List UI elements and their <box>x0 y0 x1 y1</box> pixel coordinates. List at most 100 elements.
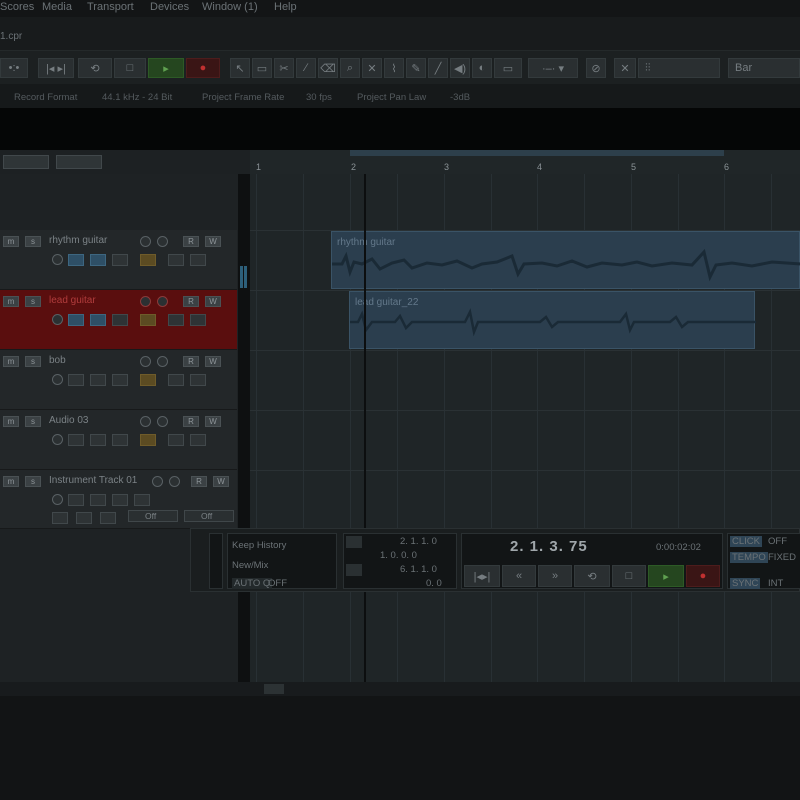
track-name[interactable]: lead guitar <box>49 295 96 306</box>
monitor-icon[interactable] <box>157 236 168 247</box>
write-button[interactable]: W <box>213 476 229 487</box>
write-button[interactable]: W <box>205 356 221 367</box>
record-enable-icon[interactable] <box>140 416 151 427</box>
sends-icon[interactable] <box>112 314 128 326</box>
solo-button[interactable]: s <box>25 296 41 307</box>
audio-event-rhythm-guitar[interactable]: rhythm guitar <box>331 231 800 289</box>
sync-label[interactable]: SYNC <box>730 578 761 589</box>
mute-button[interactable]: m <box>3 476 19 487</box>
left-locator-icon[interactable] <box>346 536 362 548</box>
monitor-icon[interactable] <box>157 356 168 367</box>
record-enable-icon[interactable] <box>140 356 151 367</box>
midi-input-select[interactable]: Off <box>128 510 178 522</box>
project-event-display[interactable]: rhythm guitar lead guitar_22 <box>250 174 800 682</box>
pointer-tool-icon[interactable]: ↖ <box>230 58 250 78</box>
pan-law-value[interactable]: -3dB <box>450 92 470 103</box>
new-mix-mode[interactable]: New/Mix <box>232 560 268 571</box>
line-tool-icon[interactable]: ╱ <box>428 58 448 78</box>
write-button[interactable]: W <box>205 296 221 307</box>
record-button[interactable]: ● <box>186 58 220 78</box>
position-display[interactable]: 2. 1. 3. 75 <box>510 538 588 555</box>
auto-quantize-value[interactable]: OFF <box>268 578 287 589</box>
insert-icon[interactable] <box>68 374 84 386</box>
arrange-icon[interactable]: •:• <box>0 58 28 78</box>
mute-button[interactable]: m <box>3 236 19 247</box>
solo-button[interactable]: s <box>25 356 41 367</box>
edit-channel-icon[interactable] <box>52 314 63 325</box>
solo-button[interactable]: s <box>25 476 41 487</box>
edit-channel-icon[interactable] <box>52 374 63 385</box>
tempo-value[interactable]: FIXED <box>768 552 796 563</box>
write-button[interactable]: W <box>205 416 221 427</box>
sends-icon[interactable] <box>112 254 128 266</box>
folder-icon[interactable] <box>168 314 184 326</box>
split-tool-icon[interactable]: ✂ <box>274 58 294 78</box>
color-tool-icon[interactable]: ◐ <box>472 58 492 78</box>
draw-tool-icon[interactable]: ✎ <box>406 58 426 78</box>
sends-icon[interactable] <box>112 374 128 386</box>
menu-transport[interactable]: Transport <box>87 1 134 13</box>
cycle-range-bar[interactable] <box>350 150 724 156</box>
stop-button[interactable]: □ <box>114 58 146 78</box>
insert-icon[interactable] <box>68 314 84 326</box>
eq-icon[interactable] <box>90 254 106 266</box>
time-warp-tool-icon[interactable]: ⌇ <box>384 58 404 78</box>
edit-channel-icon[interactable] <box>52 434 63 445</box>
lane-icon[interactable] <box>140 434 156 446</box>
mute-button[interactable]: m <box>3 356 19 367</box>
record-enable-icon[interactable] <box>140 236 151 247</box>
monitor-icon[interactable] <box>157 296 168 307</box>
stop-button[interactable]: □ <box>612 565 646 587</box>
folder-icon[interactable] <box>168 254 184 266</box>
sync-value[interactable]: INT <box>768 578 783 589</box>
solo-button[interactable]: s <box>25 416 41 427</box>
read-button[interactable]: R <box>183 356 199 367</box>
glue-tool-icon[interactable]: ∕ <box>296 58 316 78</box>
eq-icon[interactable] <box>90 374 106 386</box>
folder-icon[interactable] <box>76 512 92 524</box>
track-name[interactable]: Audio 03 <box>49 415 88 426</box>
track-rhythm-guitar[interactable]: m s rhythm guitar R W <box>0 230 237 290</box>
snap-toggle-icon[interactable]: ⊘ <box>586 58 606 78</box>
read-button[interactable]: R <box>183 416 199 427</box>
history-mode[interactable]: Keep History <box>232 540 286 551</box>
play-button[interactable]: ▸ <box>148 58 184 78</box>
go-to-start-end-button[interactable]: |◂ ▸| <box>38 58 74 78</box>
insert-icon[interactable] <box>68 494 84 506</box>
right-locator-value[interactable]: 6. 1. 1. 0 <box>400 564 437 575</box>
cycle-button[interactable]: ⟲ <box>574 565 610 587</box>
grid-type-select[interactable]: ⫶⫶ <box>638 58 720 78</box>
insert-icon[interactable] <box>68 434 84 446</box>
folder-icon[interactable] <box>168 374 184 386</box>
auto-scroll-icon[interactable]: ▭ <box>494 58 522 78</box>
meter-icon[interactable] <box>190 314 206 326</box>
monitor-icon[interactable] <box>157 416 168 427</box>
snap-mode-icon[interactable]: ✕ <box>614 58 636 78</box>
track-name[interactable]: Instrument Track 01 <box>49 475 137 486</box>
track-name[interactable]: rhythm guitar <box>49 235 107 246</box>
mute-tool-icon[interactable]: ✕ <box>362 58 382 78</box>
frame-rate-value[interactable]: 30 fps <box>306 92 332 103</box>
left-locator-value[interactable]: 2. 1. 1. 0 <box>400 536 437 547</box>
audio-event-lead-guitar[interactable]: lead guitar_22 <box>349 291 756 349</box>
eq-icon[interactable] <box>90 314 106 326</box>
play-button[interactable]: ▸ <box>648 565 684 587</box>
sends-icon[interactable] <box>112 434 128 446</box>
zoom-tool-icon[interactable]: ⌕ <box>340 58 360 78</box>
edit-channel-icon[interactable] <box>52 494 63 505</box>
eq-icon[interactable] <box>90 434 106 446</box>
insert-icon[interactable] <box>68 254 84 266</box>
midi-output-select[interactable]: Off <box>184 510 234 522</box>
record-format-value[interactable]: 44.1 kHz - 24 Bit <box>102 92 172 103</box>
instrument-edit-icon[interactable] <box>52 512 68 524</box>
record-button[interactable]: ● <box>686 565 720 587</box>
range-tool-icon[interactable]: ▭ <box>252 58 272 78</box>
auto-quantize-label[interactable]: AUTO Q <box>232 578 273 589</box>
read-button[interactable]: R <box>183 236 199 247</box>
folder-icon[interactable] <box>168 434 184 446</box>
track-audio-03[interactable]: m s Audio 03 R W <box>0 410 237 470</box>
lane-icon[interactable] <box>140 314 156 326</box>
write-button[interactable]: W <box>205 236 221 247</box>
mute-button[interactable]: m <box>3 416 19 427</box>
lane-icon[interactable] <box>140 374 156 386</box>
